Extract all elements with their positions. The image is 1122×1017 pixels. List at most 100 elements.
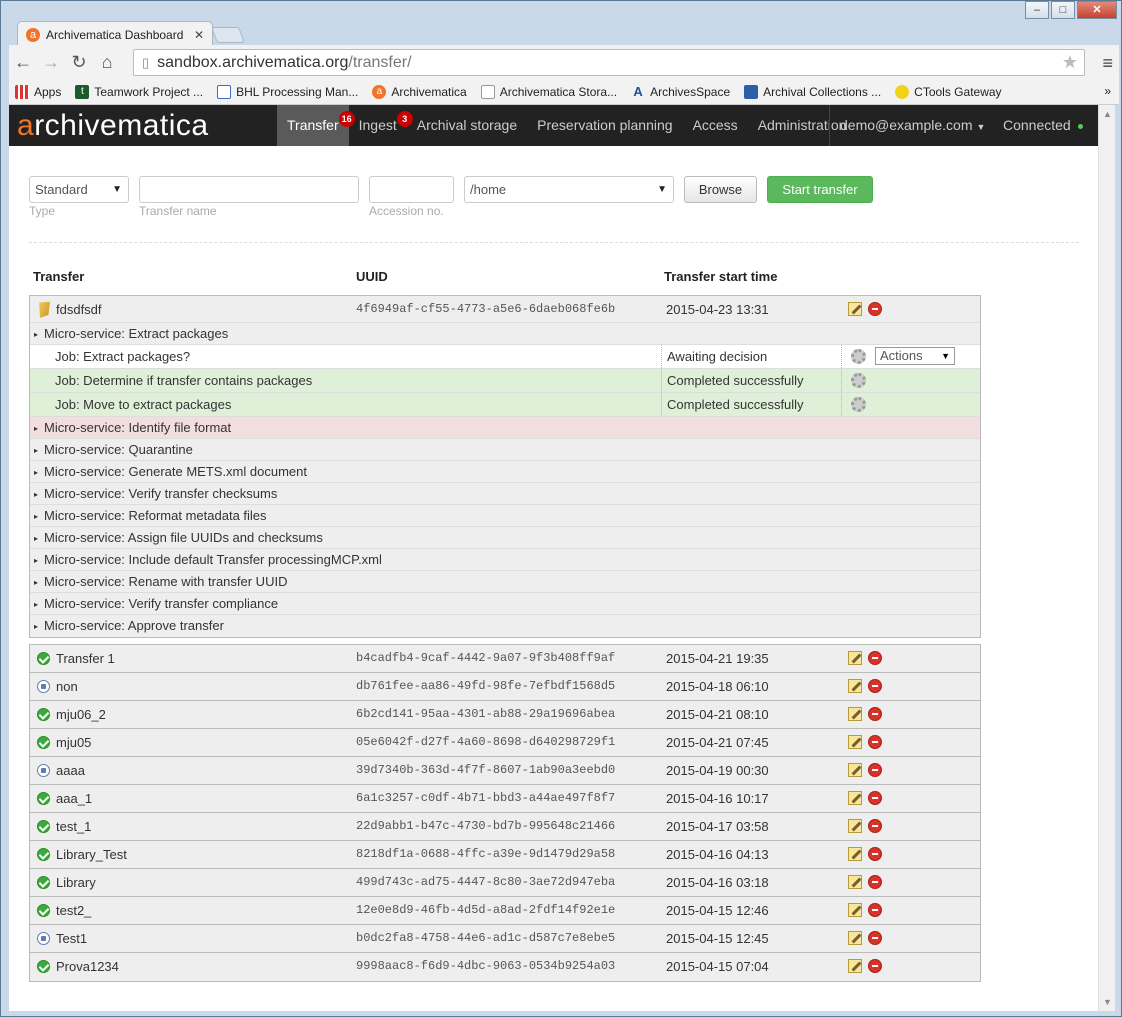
table-row[interactable]: Library 499d743c-ad75-4447-8c80-3ae72d947… — [30, 869, 980, 897]
edit-metadata-icon[interactable] — [848, 302, 862, 316]
microservice-row[interactable]: ▸ Micro-service: Approve transfer — [30, 615, 980, 637]
edit-metadata-icon[interactable] — [848, 735, 862, 749]
edit-metadata-icon[interactable] — [848, 763, 862, 777]
table-row[interactable]: Transfer 1 b4cadfb4-9caf-4442-9a07-9f3b40… — [30, 645, 980, 673]
start-transfer-button[interactable]: Start transfer — [767, 176, 873, 203]
table-row[interactable]: aaa_1 6a1c3257-c0df-4b71-bbd3-a44ae497f8f… — [30, 785, 980, 813]
scroll-up-icon[interactable]: ▲ — [1103, 109, 1112, 119]
edit-metadata-icon[interactable] — [848, 875, 862, 889]
nav-transfer[interactable]: Transfer 16 — [277, 105, 355, 146]
gear-icon[interactable] — [851, 373, 866, 388]
home-icon[interactable]: ⌂ — [93, 52, 121, 73]
microservice-row[interactable]: ▸ Micro-service: Generate METS.xml docume… — [30, 461, 980, 483]
row-actions — [848, 302, 882, 316]
edit-metadata-icon[interactable] — [848, 819, 862, 833]
microservice-row[interactable]: ▸ Micro-service: Quarantine — [30, 439, 980, 461]
table-row[interactable]: mju06_2 6b2cd141-95aa-4301-ab88-29a19696a… — [30, 701, 980, 729]
table-row[interactable]: Prova1234 9998aac8-f6d9-4dbc-9063-0534b92… — [30, 953, 980, 981]
bookmark-apps[interactable]: Apps — [15, 84, 61, 99]
dropdown-arrow-icon: ▼ — [941, 351, 950, 361]
edit-metadata-icon[interactable] — [848, 847, 862, 861]
minimize-icon[interactable]: – — [1025, 1, 1049, 19]
gear-icon[interactable] — [851, 397, 866, 412]
accession-input[interactable] — [369, 176, 454, 203]
table-row[interactable]: test_1 22d9abb1-b47c-4730-bd7b-995648c214… — [30, 813, 980, 841]
type-select[interactable]: Standard ▼ — [29, 176, 129, 203]
table-row[interactable]: aaaa 39d7340b-363d-4f7f-8607-1ab90a3eebd0… — [30, 757, 980, 785]
remove-icon[interactable] — [868, 959, 882, 973]
forward-arrow-icon[interactable]: → — [37, 52, 65, 73]
bookmark-star-icon[interactable]: ★ — [1062, 52, 1078, 73]
transfer-name: Library_Test — [56, 847, 127, 862]
address-bar[interactable]: ▯ sandbox.archivematica.org/transfer/ ★ — [133, 49, 1085, 76]
edit-metadata-icon[interactable] — [848, 931, 862, 945]
user-email: demo@example.com — [840, 117, 973, 133]
remove-icon[interactable] — [868, 819, 882, 833]
browser-menu-icon[interactable]: ≡ — [1102, 53, 1113, 74]
bookmark-bhl[interactable]: BHL Processing Man... — [217, 84, 358, 99]
microservice-row[interactable]: ▸ Micro-service: Reformat metadata files — [30, 505, 980, 527]
browse-button[interactable]: Browse — [684, 176, 757, 203]
edit-metadata-icon[interactable] — [848, 707, 862, 721]
edit-metadata-icon[interactable] — [848, 959, 862, 973]
bookmark-archivesspace[interactable]: A ArchivesSpace — [631, 84, 731, 99]
browser-tab[interactable]: a Archivematica Dashboard ✕ — [17, 21, 213, 47]
actions-select[interactable]: Actions ▼ — [875, 347, 955, 365]
table-row[interactable]: Test1 b0dc2fa8-4758-44e6-ad1c-d587c7e8ebe… — [30, 925, 980, 953]
archivematica-logo[interactable]: archivematica — [9, 109, 277, 143]
remove-icon[interactable] — [868, 302, 882, 316]
edit-metadata-icon[interactable] — [848, 791, 862, 805]
table-row[interactable]: fdsdfsdf 4f6949af-cf55-4773-a5e6-6daeb06… — [30, 296, 980, 323]
remove-icon[interactable] — [868, 847, 882, 861]
microservice-row[interactable]: ▸ Micro-service: Include default Transfer… — [30, 549, 980, 571]
close-tab-icon[interactable]: ✕ — [194, 28, 204, 42]
vertical-scrollbar[interactable]: ▲ ▼ — [1098, 105, 1115, 1011]
microservice-label: Micro-service: Verify transfer checksums — [44, 486, 278, 501]
bookmark-ctools[interactable]: CTools Gateway — [895, 84, 1002, 99]
scroll-down-icon[interactable]: ▼ — [1103, 997, 1112, 1007]
microservice-row[interactable]: ▸ Micro-service: Identify file format — [30, 417, 980, 439]
table-row[interactable]: mju05 05e6042f-d27f-4a60-8698-d640298729f… — [30, 729, 980, 757]
remove-icon[interactable] — [868, 875, 882, 889]
nav-access[interactable]: Access — [683, 105, 748, 146]
remove-icon[interactable] — [868, 931, 882, 945]
microservice-row[interactable]: ▸ Micro-service: Verify transfer complian… — [30, 593, 980, 615]
remove-icon[interactable] — [868, 679, 882, 693]
table-row[interactable]: non db761fee-aa86-49fd-98fe-7efbdf1568d5 2… — [30, 673, 980, 701]
remove-icon[interactable] — [868, 791, 882, 805]
edit-metadata-icon[interactable] — [848, 903, 862, 917]
nav-preservation-planning[interactable]: Preservation planning — [527, 105, 682, 146]
ctools-icon — [895, 84, 910, 99]
remove-icon[interactable] — [868, 903, 882, 917]
table-row[interactable]: test2_ 12e0e8d9-46fb-4d5d-a8ad-2fdf14f92e… — [30, 897, 980, 925]
edit-metadata-icon[interactable] — [848, 679, 862, 693]
remove-icon[interactable] — [868, 707, 882, 721]
reload-icon[interactable]: ↻ — [65, 52, 93, 73]
remove-icon[interactable] — [868, 651, 882, 665]
maximize-icon[interactable]: □ — [1051, 1, 1075, 19]
nav-archival-storage[interactable]: Archival storage — [407, 105, 527, 146]
new-tab-button[interactable] — [211, 27, 245, 43]
close-window-icon[interactable]: ✕ — [1077, 1, 1117, 19]
bookmarks-more-icon[interactable]: » — [1104, 84, 1111, 98]
gear-icon[interactable] — [851, 349, 866, 364]
path-select[interactable]: /home ▼ — [464, 176, 674, 203]
nav-ingest[interactable]: Ingest 3 — [349, 105, 413, 146]
bookmark-archivematica-storage[interactable]: Archivematica Stora... — [480, 84, 617, 99]
microservice-row[interactable]: ▸ Micro-service: Extract packages — [30, 323, 980, 345]
type-label: Type — [29, 204, 56, 218]
microservice-row[interactable]: ▸ Micro-service: Rename with transfer UUI… — [30, 571, 980, 593]
microservice-row[interactable]: ▸ Micro-service: Assign file UUIDs and ch… — [30, 527, 980, 549]
table-row[interactable]: Library_Test 8218df1a-0688-4ffc-a39e-9d14… — [30, 841, 980, 869]
bookmark-archival-collections[interactable]: Archival Collections ... — [744, 84, 881, 99]
bookmark-teamwork[interactable]: t Teamwork Project ... — [75, 84, 203, 99]
bookmark-label: ArchivesSpace — [650, 84, 731, 99]
back-arrow-icon[interactable]: ← — [9, 52, 37, 73]
remove-icon[interactable] — [868, 735, 882, 749]
remove-icon[interactable] — [868, 763, 882, 777]
edit-metadata-icon[interactable] — [848, 651, 862, 665]
microservice-row[interactable]: ▸ Micro-service: Verify transfer checksum… — [30, 483, 980, 505]
transfer-name-input[interactable] — [139, 176, 359, 203]
bookmark-archivematica[interactable]: a Archivematica — [372, 84, 467, 99]
user-menu[interactable]: demo@example.com ▼ — [829, 105, 985, 146]
